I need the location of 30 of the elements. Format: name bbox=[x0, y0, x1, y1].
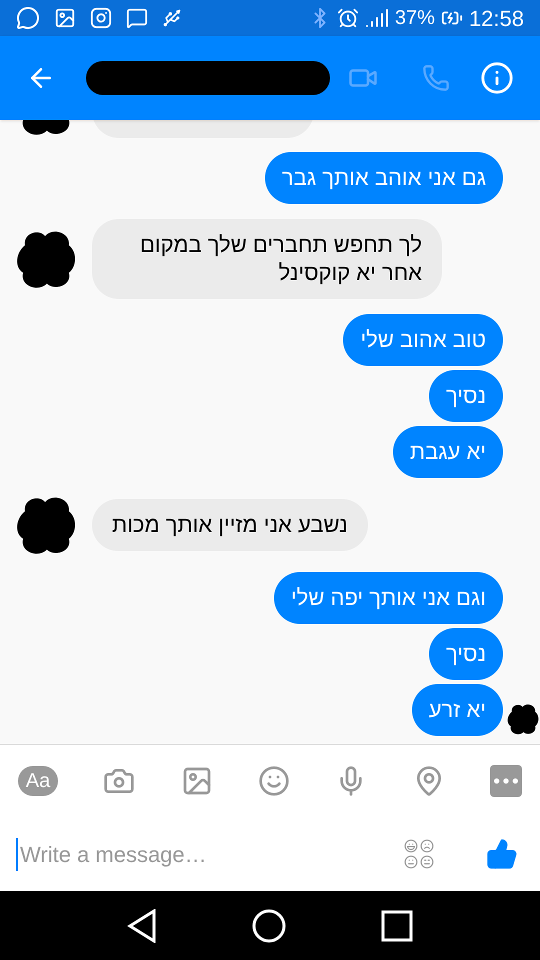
info-icon[interactable] bbox=[480, 61, 514, 95]
received-message: נשבע אני מזיין אותך מכות bbox=[92, 499, 368, 551]
sent-message: יא זרע bbox=[412, 684, 503, 736]
sent-message: טוב אהוב שלי bbox=[343, 314, 503, 366]
more-icon[interactable] bbox=[490, 765, 522, 797]
like-icon[interactable] bbox=[486, 838, 518, 870]
sent-message: גם אני אוהב אותך גבר bbox=[264, 152, 503, 204]
clock: 12:58 bbox=[468, 4, 524, 32]
battery-percent: 37% bbox=[394, 6, 435, 31]
sent-message: יא עגבת bbox=[392, 426, 503, 478]
received-message: לך תחפש תחברים שלך במקום אחר יא קוקסינל bbox=[92, 219, 442, 299]
gallery-icon[interactable] bbox=[180, 765, 213, 797]
chat-bubble-icon bbox=[16, 6, 40, 30]
alarm-icon bbox=[336, 7, 359, 29]
camera-icon bbox=[90, 7, 112, 29]
home-icon[interactable] bbox=[252, 908, 286, 942]
message-icon bbox=[126, 7, 148, 29]
stickers-icon[interactable] bbox=[404, 839, 434, 869]
message-input[interactable]: Write a message… bbox=[16, 838, 392, 870]
usb-icon bbox=[162, 8, 182, 28]
smiley-icon[interactable] bbox=[258, 765, 290, 797]
signal-icon bbox=[364, 6, 389, 30]
sent-message: נסיך bbox=[428, 628, 503, 680]
sent-message: וגם אני אותך יפה שלי bbox=[274, 572, 503, 624]
sent-message: נסיך bbox=[428, 370, 503, 422]
recents-icon[interactable] bbox=[380, 910, 413, 942]
image-icon bbox=[54, 7, 76, 29]
phone-icon[interactable] bbox=[422, 64, 450, 92]
text-style-button[interactable]: Aa bbox=[18, 766, 58, 796]
back-icon[interactable] bbox=[127, 908, 158, 942]
